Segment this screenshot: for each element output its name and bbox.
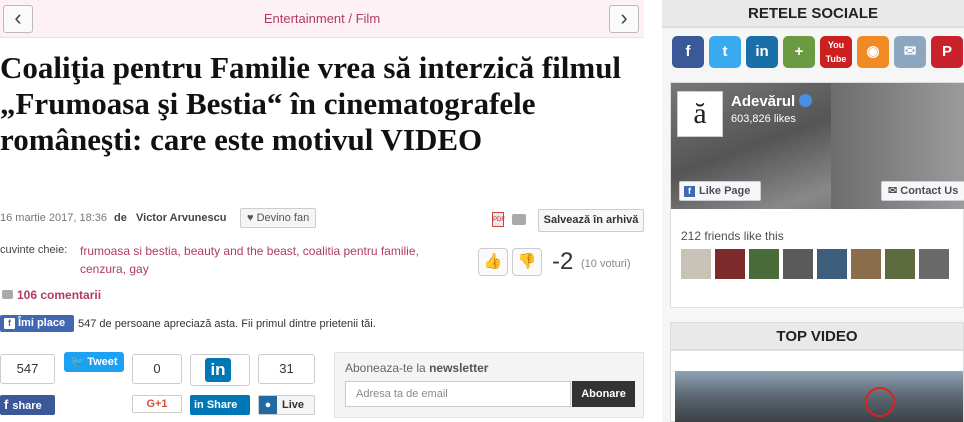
live-button[interactable]: ● Live [258,395,315,415]
newsletter-label-bold: newsletter [429,361,489,375]
facebook-share-button[interactable]: f share [0,395,55,415]
gplus-count: 0 [132,354,182,384]
facebook-like-text: 547 de persoane apreciază asta. Fii prim… [78,318,376,330]
vote-count: (10 voturi) [581,258,631,270]
linkedin-icon[interactable]: in [746,36,778,68]
top-video-box: TOP VIDEO [670,322,964,422]
friend-avatar[interactable] [817,249,847,279]
youtube-icon[interactable]: You Tube [820,36,852,68]
friend-avatar[interactable] [783,249,813,279]
newsletter-box: Aboneaza-te la newsletter Abonare [334,352,644,418]
social-icons-row: f t in + You Tube ◉ ✉ P [672,36,964,72]
print-icon[interactable] [512,214,526,225]
linkedin-share-button[interactable]: in Share [190,395,250,415]
facebook-share-label: share [12,400,42,412]
google-plus-icon[interactable]: + [783,36,815,68]
article-title: Coaliţia pentru Familie vrea să interzic… [0,50,622,157]
video-thumbnail[interactable] [675,371,963,422]
become-fan-label: Devino fan [256,212,310,224]
newsletter-label: Aboneaza-te la newsletter [345,361,488,375]
category-nav-bar: ‹ Entertainment / Film › [0,0,644,38]
facebook-icon: f [684,186,695,197]
facebook-share-count: 547 [0,354,55,384]
friend-avatar[interactable] [885,249,915,279]
thumbs-up-button[interactable]: 👍 [478,248,508,276]
friend-avatar[interactable] [715,249,745,279]
friend-avatar[interactable] [851,249,881,279]
linkedin-small-icon: in [194,399,204,411]
newsletter-label-prefix: Aboneaza-te la [345,361,426,375]
facebook-page-name-text: Adevărul [731,93,796,110]
comments-link[interactable]: 106 comentarii [17,288,101,302]
category-breadcrumb[interactable]: Entertainment / Film [0,11,644,26]
like-page-label: Like Page [699,185,751,197]
right-sidebar: RETELE SOCIALE f t in + You Tube ◉ ✉ P ă Adevăr… [662,0,964,422]
author-prefix: de [114,212,127,224]
article-date: 16 martie 2017, 18:36 [0,212,108,224]
facebook-page-widget: ă Adevărul 603,826 likes f Like Page ✉ Co… [670,82,964,308]
pdf-icon[interactable]: PDF [492,212,505,227]
become-fan-button[interactable]: ♥ Devino fan [240,208,317,228]
page: ‹ Entertainment / Film › Coaliţia pentru… [0,0,964,422]
friend-avatar[interactable] [681,249,711,279]
tweet-button[interactable]: 🐦 Tweet [64,352,124,372]
pinterest-icon[interactable]: P [931,36,963,68]
facebook-like-label: Îmi place [18,317,66,329]
next-article-button[interactable]: › [609,5,639,33]
friend-avatar[interactable] [919,249,949,279]
facebook-icon: f [4,397,9,412]
linkedin-icon: in [205,358,231,382]
twitter-icon[interactable]: t [709,36,741,68]
verified-badge-icon [799,94,813,107]
linkedin-share-label: Share [206,399,238,411]
top-video-title: TOP VIDEO [671,323,963,351]
facebook-page-name[interactable]: Adevărul [731,93,813,110]
person-icon: ● [259,396,277,414]
facebook-icon: f [4,318,15,329]
tweet-label: Tweet [87,356,118,368]
live-label: Live [282,399,305,411]
email-icon[interactable]: ✉ [894,36,926,68]
facebook-page-likes: 603,826 likes [731,113,796,125]
highlight-circle [865,387,895,417]
social-networks-title: RETELE SOCIALE [662,0,964,28]
thumbs-down-button[interactable]: 👎 [512,248,542,276]
like-page-button[interactable]: f Like Page [679,181,761,201]
author-link[interactable]: Victor Arvunescu [136,212,226,224]
newsletter-email-input[interactable] [345,381,571,407]
facebook-icon[interactable]: f [672,36,704,68]
rss-icon[interactable]: ◉ [857,36,889,68]
friend-avatar[interactable] [749,249,779,279]
facebook-like-button[interactable]: f Îmi place [0,315,74,332]
keywords-links[interactable]: frumoasa si bestia, beauty and the beast… [80,242,460,278]
save-to-archive-button[interactable]: Salvează în arhivă [538,209,644,232]
gplus-button[interactable]: G+1 [132,395,182,413]
friends-like-text: 212 friends like this [681,229,784,243]
linkedin-badge[interactable]: in [190,354,250,386]
comment-icon [2,290,13,299]
adevarul-logo[interactable]: ă [677,91,723,137]
vote-score: -2 [552,248,574,275]
live-count: 31 [258,354,315,384]
contact-us-button[interactable]: ✉ Contact Us [881,181,964,201]
newsletter-subscribe-button[interactable]: Abonare [572,381,635,407]
keywords-label: cuvinte cheie: [0,244,68,256]
